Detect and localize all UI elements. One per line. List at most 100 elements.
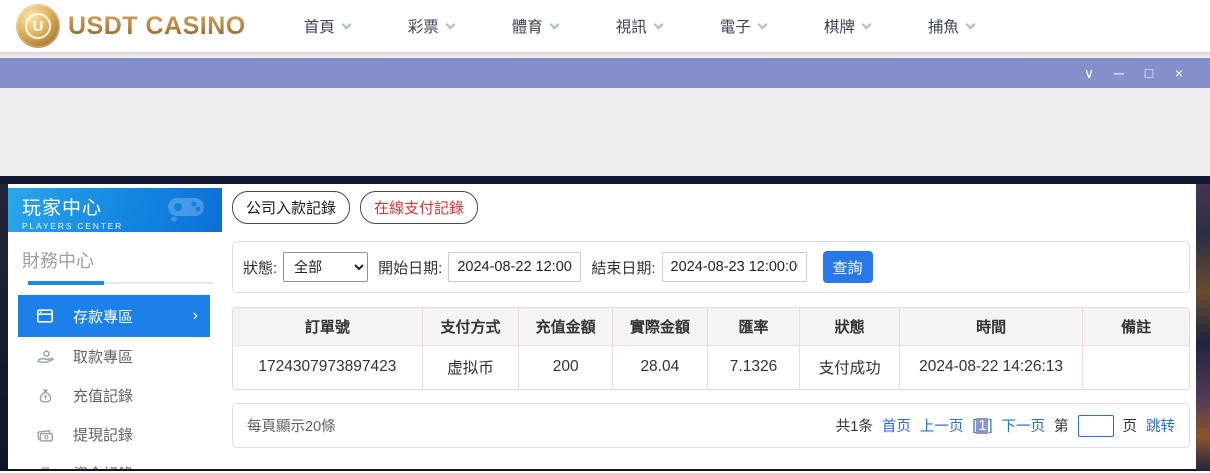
record-tabs: 公司入款記錄 在線支付記錄 bbox=[232, 191, 1190, 224]
start-date-label: 開始日期: bbox=[378, 259, 443, 277]
sidebar-item-deposit-zone[interactable]: 存款專區 › bbox=[18, 295, 210, 337]
sidebar-menu: 存款專區 › 取款專區 充值記錄 提現記錄 bbox=[8, 290, 222, 469]
players-center-header: 玩家中心 PLAYERS CENTER bbox=[8, 188, 222, 232]
main-nav: 首頁 彩票 體育 視訊 電子 棋牌 捕魚 bbox=[303, 15, 976, 37]
brand-logo[interactable]: U USDT CASINO bbox=[16, 4, 246, 48]
table-header-row: 訂單號 支付方式 充值金額 實際金額 匯率 狀態 時間 備註 bbox=[233, 308, 1189, 345]
nav-label: 視訊 bbox=[615, 19, 647, 36]
sidebar-item-withdraw-zone[interactable]: 取款專區 bbox=[18, 337, 210, 376]
nav-item-home[interactable]: 首頁 bbox=[303, 15, 352, 37]
sidebar-item-withdrawal-record[interactable]: 提現記錄 bbox=[18, 415, 210, 454]
tab-company-deposit-record[interactable]: 公司入款記錄 bbox=[232, 191, 351, 224]
deposit-card-icon bbox=[35, 306, 55, 326]
pagination-controls: 共1条 首页 上一页 [1] 下一页 第 页 跳转 bbox=[835, 414, 1175, 437]
sidebar: 玩家中心 PLAYERS CENTER 財務中心 存款專區 › 取款專區 充值記… bbox=[8, 184, 222, 469]
status-select[interactable]: 全部 bbox=[283, 252, 369, 282]
logo-coin-icon: U bbox=[16, 4, 60, 48]
divider-strip bbox=[0, 176, 1210, 184]
sidebar-item-label: 提現記錄 bbox=[73, 427, 134, 444]
chevron-down-icon bbox=[549, 19, 560, 29]
page: U USDT CASINO 首頁 彩票 體育 視訊 電子 棋牌 捕魚 ∨ ─ □… bbox=[0, 0, 1210, 473]
col-recharge-amount: 充值金額 bbox=[518, 308, 613, 345]
col-remark: 備註 bbox=[1082, 308, 1189, 345]
nav-label: 捕魚 bbox=[927, 19, 959, 36]
gamepad-icon bbox=[164, 192, 208, 226]
nav-label: 彩票 bbox=[407, 19, 439, 36]
funds-record-icon bbox=[35, 464, 55, 469]
records-table: 訂單號 支付方式 充值金額 實際金額 匯率 狀態 時間 備註 172430797 bbox=[232, 307, 1190, 390]
page-prefix-label: 第 bbox=[1054, 419, 1069, 435]
sidebar-item-label: 取款專區 bbox=[73, 349, 134, 366]
col-actual-amount: 實際金額 bbox=[612, 308, 708, 345]
start-date-input[interactable] bbox=[448, 252, 582, 282]
window-maximize-button[interactable]: □ bbox=[1134, 58, 1164, 88]
nav-item-lottery[interactable]: 彩票 bbox=[407, 15, 456, 37]
cell-actual-amount: 28.04 bbox=[612, 344, 708, 389]
jump-link[interactable]: 跳转 bbox=[1146, 415, 1175, 436]
col-order-number: 訂單號 bbox=[233, 308, 423, 345]
cell-recharge-amount: 200 bbox=[518, 344, 613, 389]
window-title-bar: ∨ ─ □ × bbox=[0, 58, 1210, 88]
query-button[interactable]: 查詢 bbox=[822, 251, 873, 283]
chevron-right-icon: › bbox=[192, 307, 198, 324]
filter-bar: 狀態: 全部 開始日期: 結束日期: 查詢 bbox=[232, 241, 1190, 293]
chevron-down-icon bbox=[445, 19, 456, 29]
end-date-input[interactable] bbox=[661, 252, 807, 282]
cell-time: 2024-08-22 14:26:13 bbox=[898, 344, 1083, 389]
finance-center-title: 財務中心 bbox=[22, 251, 94, 271]
sidebar-item-recharge-record[interactable]: 充值記錄 bbox=[18, 376, 210, 415]
pagination-bar: 每頁顯示20條 共1条 首页 上一页 [1] 下一页 第 页 跳转 bbox=[232, 403, 1190, 448]
nav-item-video[interactable]: 視訊 bbox=[615, 15, 664, 37]
sidebar-item-funds-record[interactable]: 資金記錄 bbox=[18, 454, 210, 469]
first-page-link[interactable]: 首页 bbox=[882, 415, 911, 436]
col-status: 狀態 bbox=[799, 308, 900, 345]
recharge-bag-icon bbox=[35, 386, 55, 406]
logo-letter: U bbox=[25, 13, 51, 39]
next-page-link[interactable]: 下一页 bbox=[1002, 415, 1046, 436]
end-date-label: 結束日期: bbox=[591, 259, 656, 277]
window-close-button[interactable]: × bbox=[1164, 58, 1194, 88]
sidebar-item-label: 存款專區 bbox=[73, 308, 134, 326]
chevron-down-icon bbox=[965, 19, 976, 29]
sidebar-item-label: 充值記錄 bbox=[73, 388, 134, 405]
cell-exchange-rate: 7.1326 bbox=[706, 344, 800, 389]
cell-payment-method: 虚拟币 bbox=[421, 344, 519, 389]
tab-online-payment-record[interactable]: 在線支付記錄 bbox=[360, 191, 479, 224]
col-time: 時間 bbox=[898, 308, 1083, 345]
per-page-label: 每頁顯示20條 bbox=[247, 419, 336, 435]
chevron-down-icon bbox=[341, 19, 352, 29]
cell-status: 支付成功 bbox=[799, 344, 900, 389]
total-count-label: 共1条 bbox=[835, 419, 873, 435]
withdrawal-record-icon bbox=[35, 425, 55, 445]
current-page-indicator: [1] bbox=[972, 417, 993, 434]
chevron-down-icon bbox=[861, 19, 872, 29]
cell-remark bbox=[1082, 344, 1189, 389]
empty-workspace-area bbox=[0, 88, 1210, 176]
withdraw-hand-icon bbox=[35, 347, 55, 367]
background-edge-art bbox=[1196, 184, 1210, 471]
nav-item-sports[interactable]: 體育 bbox=[511, 15, 560, 37]
nav-label: 首頁 bbox=[303, 19, 335, 36]
status-label: 狀態: bbox=[243, 259, 278, 277]
prev-page-link[interactable]: 上一页 bbox=[920, 415, 964, 436]
col-payment-method: 支付方式 bbox=[421, 308, 519, 345]
brand-title: USDT CASINO bbox=[68, 11, 246, 40]
main-section: 玩家中心 PLAYERS CENTER 財務中心 存款專區 › 取款專區 充值記… bbox=[0, 184, 1210, 471]
col-exchange-rate: 匯率 bbox=[706, 308, 800, 345]
page-number-input[interactable] bbox=[1077, 414, 1114, 437]
cell-order-number: 1724307973897423 bbox=[233, 344, 423, 389]
nav-label: 體育 bbox=[511, 19, 543, 36]
content-panel: 公司入款記錄 在線支付記錄 狀態: 全部 開始日期: 結束日期: 查詢 bbox=[222, 184, 1196, 469]
nav-item-fishing[interactable]: 捕魚 bbox=[927, 15, 976, 37]
nav-label: 電子 bbox=[719, 19, 751, 36]
chevron-down-icon bbox=[757, 19, 768, 29]
page-suffix-label: 页 bbox=[1122, 419, 1138, 435]
nav-item-cards[interactable]: 棋牌 bbox=[823, 15, 872, 37]
sidebar-item-label: 資金記錄 bbox=[73, 463, 133, 469]
window-collapse-button[interactable]: ∨ bbox=[1074, 58, 1104, 88]
section-underline bbox=[28, 281, 213, 285]
window-minimize-button[interactable]: ─ bbox=[1104, 58, 1134, 88]
nav-item-slots[interactable]: 電子 bbox=[719, 15, 768, 37]
nav-label: 棋牌 bbox=[823, 19, 855, 36]
top-nav-bar: U USDT CASINO 首頁 彩票 體育 視訊 電子 棋牌 捕魚 bbox=[0, 0, 1210, 52]
